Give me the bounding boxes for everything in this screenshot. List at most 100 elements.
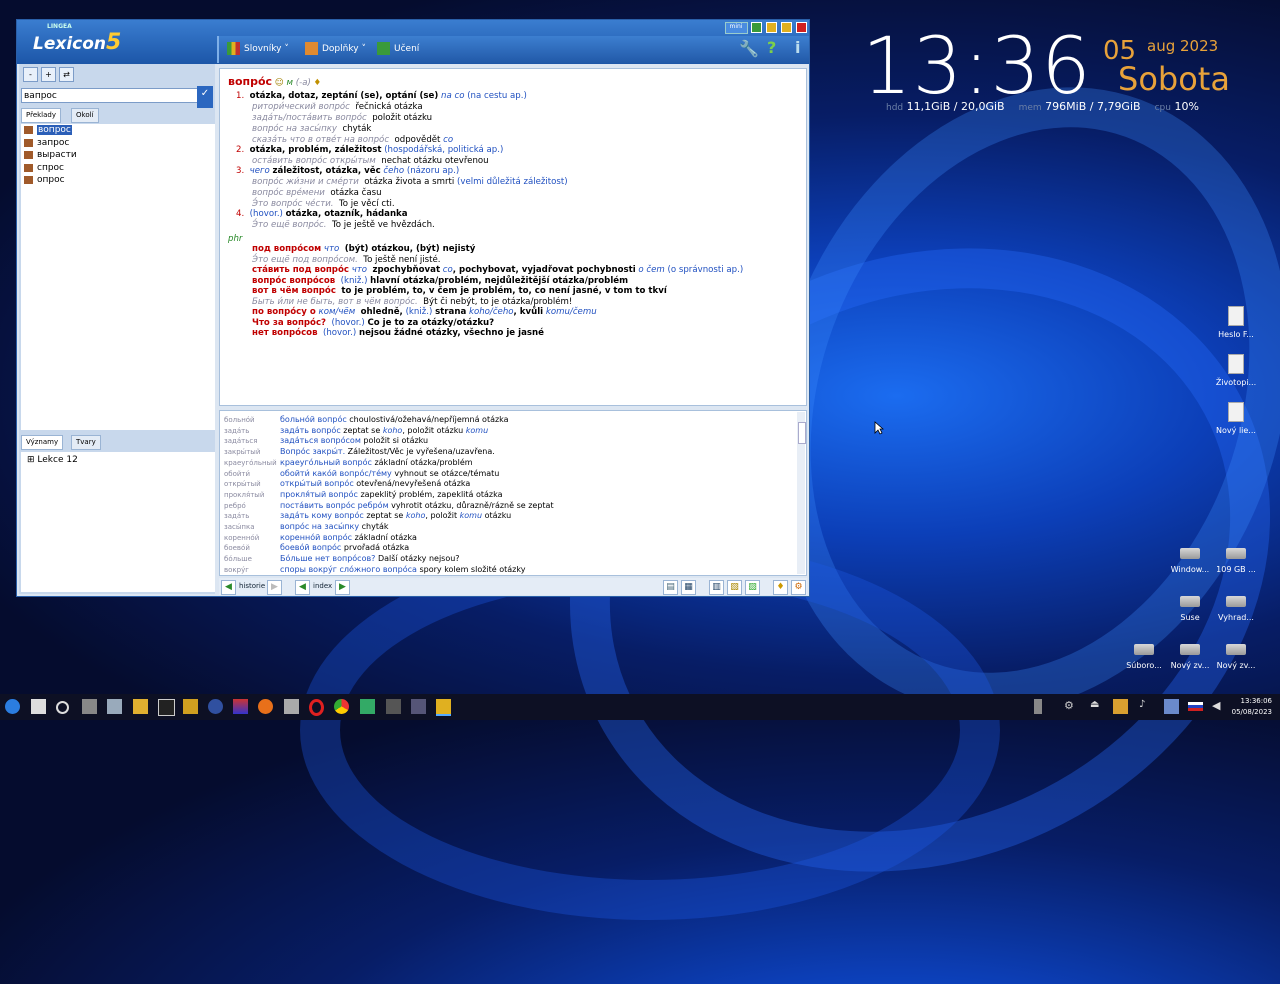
zoom-out-icon[interactable]: - (23, 67, 38, 82)
example-row[interactable]: прокля́тый прокля́тый вопро́с zapeklitý p… (224, 490, 503, 499)
example-row[interactable]: закры́тый Вопро́с закры́т. Záležitost/Věc… (224, 447, 495, 456)
switch-language-icon[interactable]: ⇄ (59, 67, 74, 82)
example-extra: komu (465, 425, 489, 435)
tab-preklady[interactable]: Překlady (21, 108, 62, 123)
lexicon-task-icon[interactable] (436, 699, 451, 716)
example-row[interactable]: вокру́г споры вокру́г сло́жного вопро́са … (224, 565, 525, 574)
clipboard-icon[interactable] (1113, 699, 1128, 714)
maximize-button[interactable] (781, 22, 793, 33)
info-icon[interactable]: i (795, 38, 800, 57)
desktop-icon-vyhrad[interactable]: Vyhrad... (1204, 596, 1268, 622)
zoom-in-icon[interactable]: + (41, 67, 56, 82)
app-icon[interactable] (360, 699, 375, 714)
bulb-icon[interactable]: ♦ (314, 78, 322, 88)
list-item[interactable]: вырасти (21, 149, 215, 162)
copy-icon[interactable]: ▦ (681, 580, 696, 595)
tab-okoli[interactable]: Okolí (71, 108, 99, 123)
title-bar[interactable]: LINGEA Lexicon5 mini Slovníky ˅ Doplňky … (17, 20, 809, 64)
desktop-icon-zivotopis[interactable]: Životopi... (1204, 354, 1268, 387)
list-item[interactable]: опрос (21, 174, 215, 187)
help-question-icon[interactable]: ? (767, 38, 776, 57)
desktop-icon-109gb[interactable]: 109 GB ... (1204, 548, 1268, 574)
menu-slovniky[interactable]: Slovníky ˅ (227, 42, 289, 55)
sound-icon[interactable]: ☺ (275, 78, 284, 88)
list-item[interactable]: запрос (21, 137, 215, 150)
app-icon-3[interactable] (411, 699, 426, 714)
example-row[interactable]: зада́ть зада́ть вопро́с zeptat se koho, p… (224, 426, 488, 435)
scrollbar-thumb[interactable] (798, 422, 806, 444)
file-manager-icon[interactable] (31, 699, 46, 714)
chrome-icon[interactable] (334, 699, 349, 714)
example-keyword: зада́ться (224, 437, 258, 446)
index-forward-arrow-icon[interactable]: ▶ (335, 580, 350, 595)
tray-app-icon[interactable]: ⚙ (1064, 699, 1079, 714)
settings-wrench-icon[interactable]: 🔧 (739, 39, 759, 58)
desktop-icon-heslo[interactable]: Heslo F... (1204, 306, 1268, 339)
layout-icon-1[interactable]: ▥ (709, 580, 724, 595)
example-keyword: боево́й (224, 544, 250, 553)
speaker-icon[interactable]: ◀ (1212, 699, 1227, 714)
list-item[interactable]: спрос (21, 162, 215, 175)
menu-doplnky[interactable]: Doplňky ˅ (305, 42, 366, 55)
mini-mode-button[interactable]: mini (724, 22, 748, 34)
example-row[interactable]: бо́льше Бо́льше нет вопро́сов? Další otáz… (224, 554, 460, 563)
help-window-button[interactable] (751, 22, 763, 33)
bulb-tool-icon[interactable]: ♦ (773, 580, 788, 595)
tray-clock[interactable]: 13:36:06 05/08/2023 (1232, 696, 1272, 718)
back-arrow-icon[interactable]: ◀ (221, 580, 236, 595)
battery-icon[interactable] (1034, 699, 1042, 714)
display-icon[interactable] (1164, 699, 1179, 714)
search-confirm-button[interactable]: ✓ (197, 86, 213, 108)
example-row[interactable]: зада́ть зада́ть кому вопро́с zeptat se ko… (224, 511, 511, 520)
menu-uceni[interactable]: Učení (377, 42, 419, 55)
example-row[interactable]: краеуго́льный краеуго́льный вопро́с zákla… (224, 458, 473, 467)
printer-icon[interactable] (284, 699, 299, 714)
example-row[interactable]: ребро́ поста́вить вопро́с ребро́м vyhroti… (224, 501, 554, 510)
example: Э́то ещё под вопро́сом. To ještě není ji… (252, 255, 441, 265)
tab-vyznamy[interactable]: Významy (21, 435, 64, 450)
flag-icon[interactable] (233, 699, 248, 714)
volume-icon[interactable]: ♪ (1139, 699, 1154, 714)
start-menu-icon[interactable] (5, 699, 20, 714)
app-icon-2[interactable] (386, 699, 401, 714)
print-icon[interactable]: ▤ (663, 580, 678, 595)
example-row[interactable]: больно́й больно́й вопро́с choulostivá/ože… (224, 415, 509, 424)
scrollbar[interactable] (797, 412, 806, 574)
example-keyword: коренно́й (224, 533, 260, 542)
desktop-icon[interactable] (107, 699, 122, 714)
example-translation: vyhrotit otázku, důrazně/rázně se zeptat (391, 500, 554, 510)
opera-icon[interactable] (309, 699, 324, 716)
index-back-arrow-icon[interactable]: ◀ (295, 580, 310, 595)
network-icon[interactable] (208, 699, 223, 714)
desktop-icon-novy-zv-2[interactable]: Nový zv... (1204, 644, 1268, 670)
apps-grid-icon[interactable] (82, 699, 97, 714)
search-input[interactable] (21, 88, 199, 103)
eject-icon[interactable]: ⏏ (1090, 699, 1105, 714)
example-row[interactable]: коренно́й коренно́й вопро́с základní otáz… (224, 533, 417, 542)
settings-icon[interactable]: ⚙ (791, 580, 806, 595)
list-item[interactable]: вопрос (21, 124, 215, 137)
desktop-icon-novy-list[interactable]: Nový lie... (1204, 402, 1268, 435)
minimize-button[interactable] (766, 22, 778, 33)
example-row[interactable]: откры́тый откры́тый вопро́с otevřená/nevy… (224, 479, 470, 488)
tab-tvary[interactable]: Tvary (71, 435, 101, 450)
layout-icon-3[interactable]: ▨ (745, 580, 760, 595)
example-row[interactable]: боево́й боево́й вопро́с prvořadá otázka (224, 543, 409, 552)
layout-icon-2[interactable]: ▧ (727, 580, 742, 595)
example-row[interactable]: засы́пка вопро́с на засы́пку chyták (224, 522, 389, 531)
tree-item-lekce[interactable]: ⊞ Lekce 12 (27, 455, 78, 465)
folder-icon[interactable] (133, 699, 148, 714)
example-phrase: прокля́тый вопро́с (280, 489, 358, 499)
example-row[interactable]: обойти́ обойти́ како́й вопро́с/те́му vyhn… (224, 469, 499, 478)
terminal-icon[interactable] (158, 699, 175, 716)
language-flag-icon[interactable] (1188, 702, 1203, 711)
forward-arrow-icon[interactable]: ▶ (267, 580, 282, 595)
example-row[interactable]: зада́ться зада́ться вопро́сом položit si … (224, 436, 428, 445)
firefox-icon[interactable] (258, 699, 273, 714)
books-icon (227, 42, 240, 55)
search-icon[interactable] (56, 701, 69, 714)
example-keyword: краеуго́льный (224, 458, 277, 467)
notes-icon[interactable] (183, 699, 198, 714)
system-stats: hdd 11,1GiB / 20,0GiB mem 796MiB / 7,79G… (886, 100, 1199, 113)
close-button[interactable] (796, 22, 807, 33)
